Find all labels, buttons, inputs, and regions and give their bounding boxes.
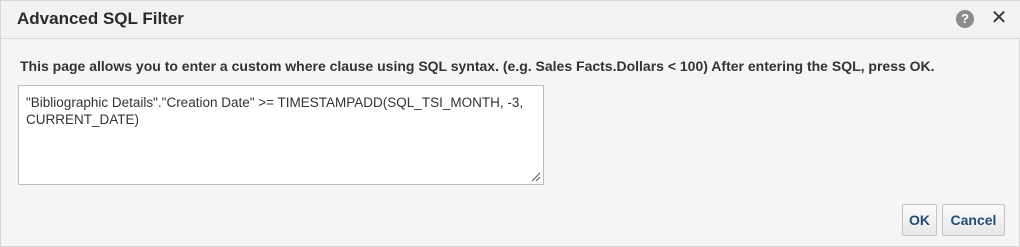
instructions-text: This page allows you to enter a custom w… — [20, 58, 935, 74]
advanced-sql-filter-dialog: Advanced SQL Filter ? ✕ This page allows… — [0, 0, 1020, 247]
ok-button[interactable]: OK — [902, 204, 937, 236]
sql-where-clause-input[interactable] — [18, 85, 544, 185]
help-icon[interactable]: ? — [956, 10, 974, 28]
dialog-titlebar: Advanced SQL Filter ? ✕ — [1, 1, 1020, 39]
dialog-title: Advanced SQL Filter — [17, 9, 184, 28]
cancel-button[interactable]: Cancel — [942, 204, 1005, 236]
close-icon[interactable]: ✕ — [989, 7, 1009, 29]
